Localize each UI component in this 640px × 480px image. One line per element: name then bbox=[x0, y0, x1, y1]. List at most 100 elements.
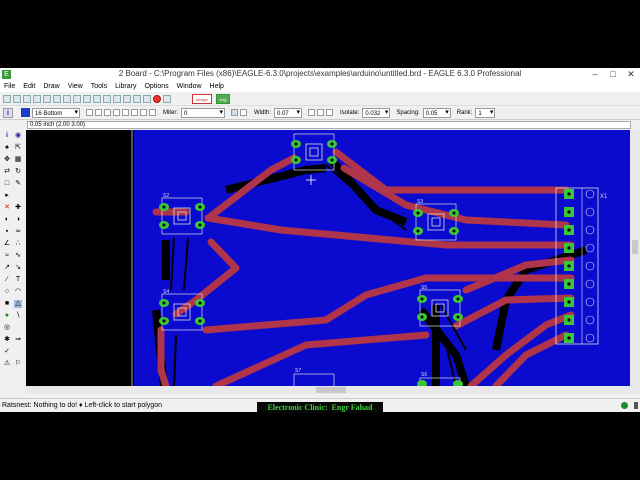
rotate-tool-icon[interactable]: ↻ bbox=[14, 168, 22, 176]
display-tool-icon[interactable]: ♠ bbox=[3, 144, 11, 152]
stop-icon[interactable] bbox=[153, 94, 161, 103]
lock-tool-icon[interactable]: ▪ bbox=[3, 228, 11, 236]
script-icon[interactable] bbox=[63, 94, 71, 103]
zoom-out-icon[interactable] bbox=[103, 94, 111, 103]
arc-tool-icon[interactable]: ◠ bbox=[14, 288, 22, 296]
schematic-icon[interactable] bbox=[43, 94, 51, 103]
width-label: Width: bbox=[254, 109, 272, 116]
menu-file[interactable]: File bbox=[0, 81, 19, 92]
minimize-button[interactable]: – bbox=[586, 68, 604, 81]
paste-tool-icon[interactable]: ▸ bbox=[3, 192, 11, 200]
menu-view[interactable]: View bbox=[64, 81, 87, 92]
open-icon[interactable] bbox=[3, 94, 11, 103]
delete-tool-icon[interactable]: ✕ bbox=[3, 204, 11, 212]
miter-tool-icon[interactable]: ∠ bbox=[3, 240, 11, 248]
wire-bend-7-icon[interactable] bbox=[149, 109, 156, 116]
go-icon[interactable] bbox=[163, 94, 171, 103]
pour-hatch-icon[interactable] bbox=[317, 109, 325, 116]
optimize-tool-icon[interactable]: ≈ bbox=[3, 252, 11, 260]
route-tool-icon[interactable]: ↗ bbox=[3, 264, 11, 272]
wire-bend-2-icon[interactable] bbox=[104, 109, 111, 116]
maximize-button[interactable]: □ bbox=[604, 68, 622, 81]
ratsnest-tool-icon[interactable]: ✱ bbox=[3, 336, 11, 344]
horizontal-scroll-thumb[interactable] bbox=[316, 387, 346, 393]
undo-icon[interactable] bbox=[133, 94, 141, 103]
vertical-scroll-thumb[interactable] bbox=[632, 240, 638, 254]
mark-tool-icon[interactable]: ⇱ bbox=[14, 144, 22, 152]
wire-bend-6-icon[interactable] bbox=[140, 109, 147, 116]
board-icon[interactable] bbox=[53, 94, 61, 103]
hole-tool-icon[interactable]: ◎ bbox=[3, 324, 11, 332]
change-tool-icon[interactable]: ✎ bbox=[14, 180, 22, 188]
mirror-tool-icon[interactable]: ⇄ bbox=[3, 168, 11, 176]
partner-logos: design lab eng assoc bbox=[192, 93, 230, 111]
layer-select[interactable]: 16 Bottom bbox=[32, 107, 80, 118]
meander-tool-icon[interactable]: ∿ bbox=[14, 252, 22, 260]
miter-straight-icon[interactable] bbox=[240, 109, 247, 116]
isolate-select[interactable]: 0.032 bbox=[362, 107, 391, 118]
wire-bend-1-icon[interactable] bbox=[95, 109, 102, 116]
wire-bend-4-icon[interactable] bbox=[122, 109, 129, 116]
wire-tool-icon[interactable]: ∕ bbox=[3, 276, 11, 284]
cam-icon[interactable] bbox=[33, 94, 41, 103]
text-tool-icon[interactable]: T bbox=[14, 276, 22, 284]
wire-bend-5-icon[interactable] bbox=[131, 109, 138, 116]
pour-solid-icon[interactable] bbox=[308, 109, 316, 116]
info-icon[interactable]: i bbox=[3, 107, 13, 118]
pcb-layout[interactable]: S2 S3 S4 S5 S7 S6 X1 bbox=[26, 130, 630, 386]
part-label-s4: S4 bbox=[163, 289, 169, 295]
vertical-scrollbar[interactable] bbox=[630, 130, 640, 394]
save-icon[interactable] bbox=[13, 94, 21, 103]
zoom-fit-icon[interactable] bbox=[83, 94, 91, 103]
add-tool-icon[interactable]: ✚ bbox=[14, 204, 22, 212]
zoom-redraw-icon[interactable] bbox=[113, 94, 121, 103]
wire-bend-0-icon[interactable] bbox=[86, 109, 93, 116]
move-tool-icon[interactable]: ✥ bbox=[3, 156, 11, 164]
wire-bend-3-icon[interactable] bbox=[113, 109, 120, 116]
width-select[interactable]: 0.07 bbox=[274, 107, 303, 118]
rank-select[interactable]: 1 bbox=[475, 107, 496, 118]
close-button[interactable]: ✕ bbox=[622, 68, 640, 81]
via-tool-icon[interactable]: ● bbox=[3, 312, 11, 320]
circle-tool-icon[interactable]: ○ bbox=[3, 288, 11, 296]
erc-tool-icon[interactable]: ✓ bbox=[3, 348, 11, 356]
name-tool-icon[interactable]: ◐ bbox=[3, 216, 11, 224]
menu-draw[interactable]: Draw bbox=[39, 81, 63, 92]
status-indicator-icon bbox=[621, 402, 628, 409]
ulp-icon[interactable] bbox=[73, 94, 81, 103]
group-tool-icon[interactable]: □ bbox=[3, 180, 11, 188]
pour-orphans-icon[interactable] bbox=[326, 109, 334, 116]
smash-tool-icon[interactable]: ≃ bbox=[14, 228, 22, 236]
zoom-select-icon[interactable] bbox=[123, 94, 131, 103]
status-stop-icon bbox=[634, 402, 638, 409]
errors-tool-icon[interactable]: ⚐ bbox=[14, 360, 22, 368]
command-line[interactable]: 0.05 inch (2.00 3.00) bbox=[27, 121, 631, 129]
part-label-s5: S5 bbox=[421, 285, 427, 291]
miter-label: Miter: bbox=[163, 109, 178, 116]
print-icon[interactable] bbox=[23, 94, 31, 103]
miter-select[interactable]: 0 bbox=[181, 107, 225, 118]
autorouter-tool-icon[interactable]: ⇒ bbox=[14, 336, 22, 344]
menu-edit[interactable]: Edit bbox=[19, 81, 39, 92]
split-tool-icon[interactable]: ∴ bbox=[14, 240, 22, 248]
menu-library[interactable]: Library bbox=[111, 81, 140, 92]
value-tool-icon[interactable]: ◑ bbox=[14, 216, 22, 224]
menu-tools[interactable]: Tools bbox=[87, 81, 111, 92]
menu-help[interactable]: Help bbox=[206, 81, 228, 92]
redo-icon[interactable] bbox=[143, 94, 151, 103]
polygon-tool-icon[interactable]: △ bbox=[14, 300, 22, 308]
show-tool-icon[interactable]: ◉ bbox=[14, 132, 22, 140]
drc-tool-icon[interactable]: ⚠ bbox=[3, 360, 11, 368]
info-tool-icon[interactable]: i bbox=[3, 132, 11, 140]
horizontal-scrollbar[interactable] bbox=[26, 386, 630, 394]
zoom-in-icon[interactable] bbox=[93, 94, 101, 103]
signal-tool-icon[interactable]: ∖ bbox=[14, 312, 22, 320]
spacing-select[interactable]: 0.05 bbox=[422, 107, 451, 118]
rect-tool-icon[interactable]: ■ bbox=[3, 300, 11, 308]
menu-options[interactable]: Options bbox=[140, 81, 172, 92]
miter-round-icon[interactable] bbox=[231, 109, 238, 116]
board-canvas[interactable]: S2 S3 S4 S5 S7 S6 X1 bbox=[26, 130, 630, 386]
ripup-tool-icon[interactable]: ↘ bbox=[14, 264, 22, 272]
copy-tool-icon[interactable]: ▦ bbox=[14, 156, 22, 164]
menu-window[interactable]: Window bbox=[173, 81, 206, 92]
